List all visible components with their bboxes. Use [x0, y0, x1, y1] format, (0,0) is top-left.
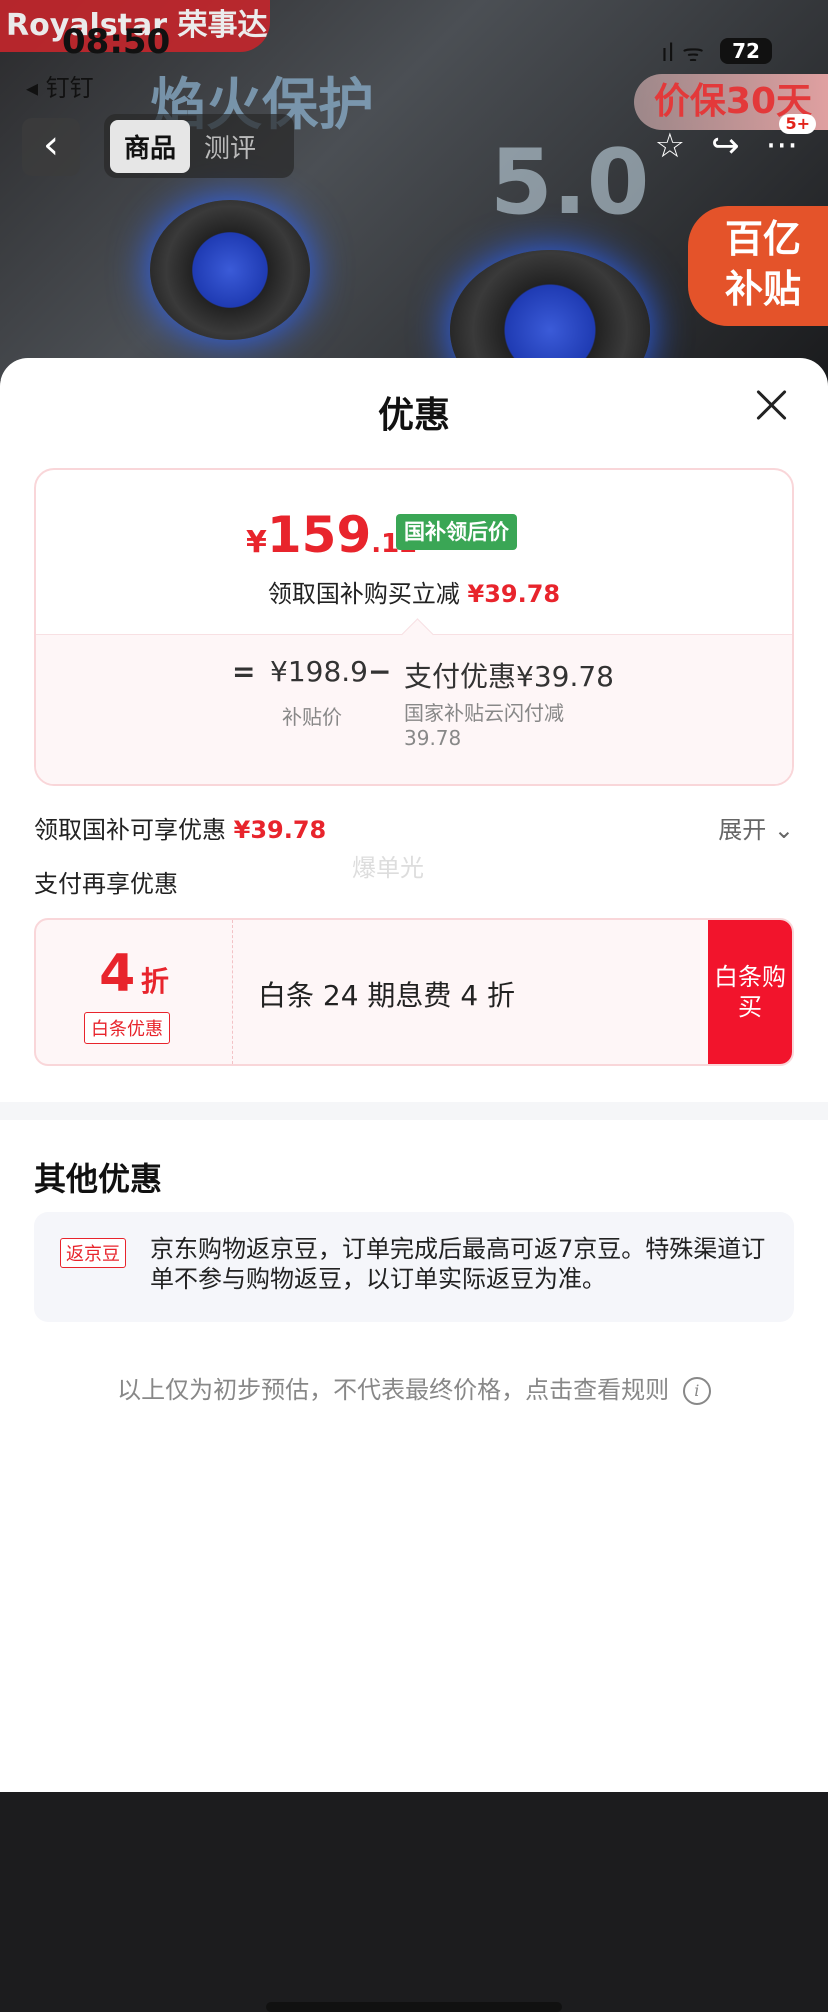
- rules-footnote[interactable]: 以上仅为初步预估，不代表最终价格，点击查看规则 i: [0, 1370, 828, 1405]
- claim-amount: ¥39.78: [467, 580, 561, 608]
- subsidy-price-label: 补贴价: [282, 705, 342, 729]
- pay-discount-detail: 国家补贴云闪付减39.78: [404, 701, 564, 750]
- subsidy-price-tag: 国补领后价: [396, 514, 517, 550]
- claim-line: 领取国补购买立减 ¥39.78: [36, 574, 792, 609]
- enjoy-discount-row: 领取国补可享优惠 ¥39.78: [34, 810, 326, 845]
- jingdou-offer-card: 返京豆 京东购物返京豆，订单完成后最高可返7京豆。特殊渠道订单不参与购物返豆，以…: [34, 1212, 794, 1322]
- info-icon[interactable]: i: [682, 1377, 711, 1405]
- discount-unit: 折: [140, 965, 169, 998]
- baitiao-discount-block: 4 折 白条优惠: [36, 920, 233, 1064]
- more-badge: 5+: [779, 114, 816, 134]
- status-bar: 08:50 ◂ 钉钉 ıl ᯤ 72: [0, 10, 828, 102]
- nav-actions: ☆ ↪ ··· 5+: [655, 114, 816, 166]
- minus-sign: −: [368, 655, 392, 688]
- close-icon[interactable]: [754, 388, 788, 422]
- status-time: 08:50: [62, 22, 171, 62]
- pay-discount: 支付优惠¥39.78: [404, 660, 614, 693]
- discount-sheet: 优惠 ¥ 159 .12 国补领后价 领取国补购买立减 ¥39.78 = ¥19…: [0, 358, 828, 2012]
- price-card: ¥ 159 .12 国补领后价 领取国补购买立减 ¥39.78 = ¥198.9…: [34, 468, 794, 786]
- claim-text: 领取国补购买立减: [267, 580, 460, 608]
- expand-toggle[interactable]: 展开 ⌄: [718, 810, 794, 845]
- battery-icon: 72: [720, 38, 772, 64]
- baitiao-offer-card[interactable]: 4 折 白条优惠 白条 24 期息费 4 折 白条购买: [34, 918, 794, 1066]
- baitiao-label: 白条优惠: [84, 1012, 170, 1044]
- product-tabs: 商品 测评: [104, 114, 294, 178]
- jingdou-tag: 返京豆: [60, 1238, 126, 1268]
- price-breakdown: = ¥198.9 − 支付优惠¥39.78 补贴价 国家补贴云闪付减39.78: [36, 618, 792, 784]
- baitiao-description: 白条 24 期息费 4 折: [258, 979, 516, 1012]
- jingdou-text: 京东购物返京豆，订单完成后最高可返7京豆。特殊渠道订单不参与购物返豆，以订单实际…: [150, 1235, 766, 1293]
- section-divider: [0, 1102, 828, 1120]
- subsidy-badge-line1: 百亿: [724, 217, 801, 261]
- burner-left-image: [150, 200, 310, 340]
- tab-product[interactable]: 商品: [110, 119, 191, 173]
- home-indicator: [266, 2002, 562, 2012]
- baitiao-discount: 4 折: [36, 944, 232, 1004]
- final-price: ¥ 159 .12: [246, 506, 417, 564]
- subsidy-price: ¥198.9: [270, 655, 368, 688]
- watermark-text: 爆单光: [352, 854, 424, 882]
- signal-wifi-icon: ıl ᯤ: [661, 39, 704, 67]
- share-icon[interactable]: ↪: [711, 126, 740, 166]
- currency-symbol: ¥: [246, 525, 267, 560]
- star-icon[interactable]: ☆: [655, 126, 685, 166]
- equals-sign: =: [232, 655, 256, 688]
- price-card-top: ¥ 159 .12 国补领后价 领取国补购买立减 ¥39.78: [36, 470, 792, 634]
- other-offers-title: 其他优惠: [34, 1160, 163, 1198]
- tab-review[interactable]: 测评: [190, 120, 270, 173]
- back-button[interactable]: ‹: [22, 118, 80, 176]
- chevron-left-icon: ‹: [43, 122, 59, 168]
- sheet-title: 优惠: [377, 395, 450, 436]
- subsidy-badge: 百亿 补贴: [688, 206, 828, 326]
- promo-text-power: 5.0: [490, 130, 650, 235]
- pay-again-label: 支付再享优惠: [34, 870, 178, 898]
- enjoy-amount: ¥39.78: [233, 816, 327, 844]
- baitiao-buy-button[interactable]: 白条购买: [708, 920, 792, 1064]
- more-button[interactable]: ··· 5+: [766, 114, 816, 166]
- back-to-app-link[interactable]: ◂ 钉钉: [26, 68, 94, 103]
- footnote-text: 以上仅为初步预估，不代表最终价格，点击查看规则: [117, 1376, 670, 1404]
- enjoy-text: 领取国补可享优惠: [34, 816, 226, 844]
- price-integer: 159: [266, 506, 372, 564]
- subsidy-badge-line2: 补贴: [724, 267, 801, 311]
- discount-number: 4: [99, 944, 136, 1004]
